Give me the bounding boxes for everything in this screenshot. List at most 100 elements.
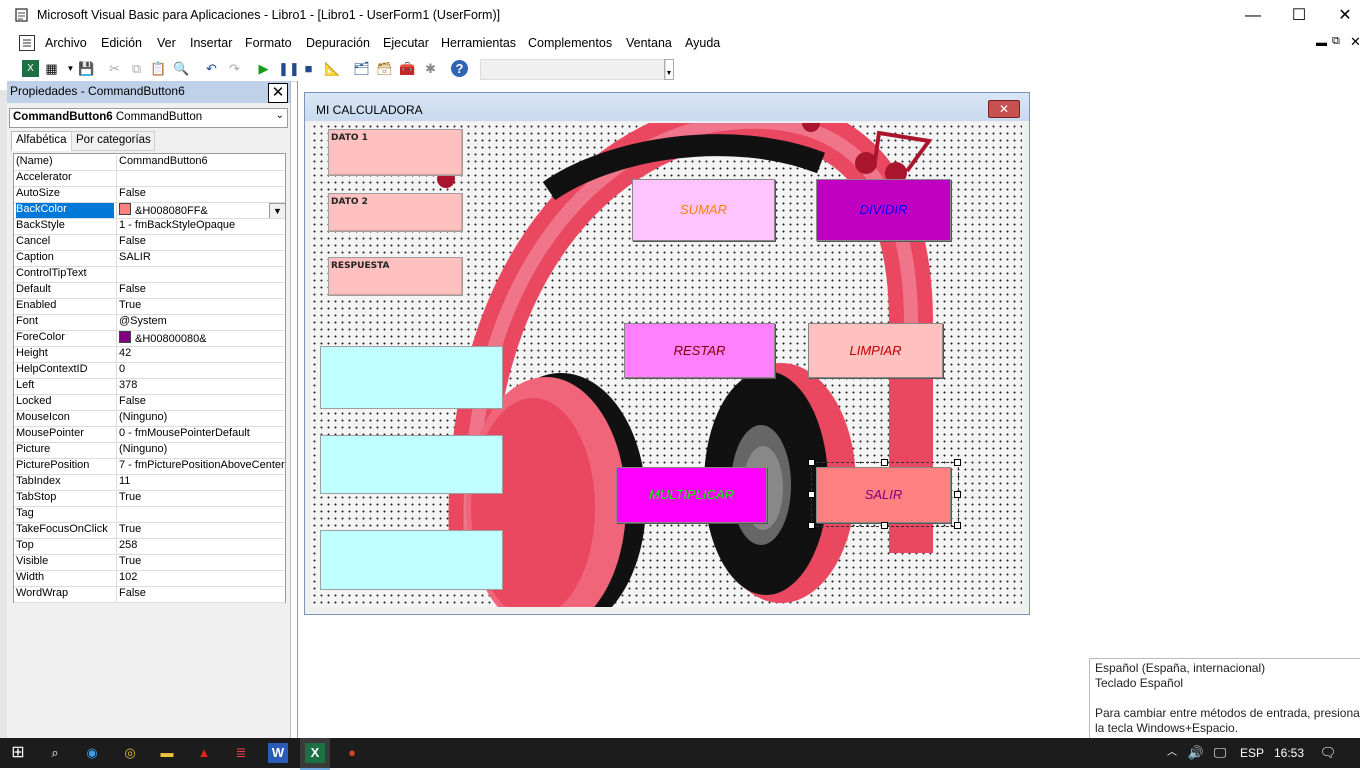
property-value[interactable]: (Ninguno): [116, 443, 287, 458]
restar-button[interactable]: RESTAR: [624, 323, 775, 378]
property-row[interactable]: Visible True: [14, 554, 285, 571]
minimize-button[interactable]: —: [1230, 0, 1276, 31]
resize-handle[interactable]: [954, 491, 961, 498]
property-value[interactable]: @System: [116, 315, 287, 330]
notifications-icon[interactable]: 🗨: [1318, 743, 1338, 763]
textbox-dato2[interactable]: [320, 435, 503, 494]
property-row[interactable]: Picture (Ninguno): [14, 442, 285, 459]
property-value[interactable]: False: [116, 283, 287, 298]
property-row[interactable]: Width 102: [14, 570, 285, 587]
excel-icon[interactable]: X: [305, 743, 325, 763]
mdi-minimize-icon[interactable]: ▬: [1316, 37, 1327, 49]
mdi-restore-icon[interactable]: ⧉: [1332, 35, 1340, 48]
network-icon[interactable]: 🖵: [1210, 743, 1230, 763]
property-value[interactable]: (Ninguno): [116, 411, 287, 426]
property-value[interactable]: [116, 507, 287, 522]
multiplicar-button[interactable]: MULTIPLICAR: [616, 467, 767, 523]
property-row[interactable]: HelpContextID 0: [14, 362, 285, 379]
windows-start-icon[interactable]: ⊞: [8, 743, 28, 763]
menu-formato[interactable]: Formato: [245, 36, 292, 50]
close-button[interactable]: ✕: [1322, 0, 1360, 31]
property-value[interactable]: SALIR: [116, 251, 287, 266]
powerpoint-icon[interactable]: ●: [342, 743, 362, 763]
chevron-down-icon[interactable]: ⌄: [276, 110, 284, 121]
document-icon[interactable]: [19, 35, 35, 51]
property-value[interactable]: False: [116, 235, 287, 250]
find-icon[interactable]: 🔍: [173, 60, 190, 77]
maximize-button[interactable]: ☐: [1276, 0, 1322, 31]
property-row[interactable]: TabIndex 11: [14, 474, 285, 491]
dividir-button[interactable]: DIVIDIR: [816, 179, 951, 241]
clock[interactable]: 16:53: [1274, 746, 1304, 760]
menu-archivo[interactable]: Archivo: [45, 36, 87, 50]
property-row[interactable]: TakeFocusOnClick True: [14, 522, 285, 539]
property-value[interactable]: True: [116, 555, 287, 570]
menu-herramientas[interactable]: Herramientas: [441, 36, 516, 50]
word-icon[interactable]: W: [268, 743, 288, 763]
file-explorer-icon[interactable]: ▬: [157, 743, 177, 763]
app-icon[interactable]: ≣: [231, 743, 251, 763]
resize-handle[interactable]: [808, 459, 815, 466]
menu-ver[interactable]: Ver: [157, 36, 176, 50]
properties-window-icon[interactable]: 🗃: [376, 60, 393, 77]
property-value[interactable]: 102: [116, 571, 287, 586]
property-value[interactable]: 7 - fmPicturePositionAboveCenter: [116, 459, 287, 474]
property-row[interactable]: Accelerator: [14, 170, 285, 187]
menu-complementos[interactable]: Complementos: [528, 36, 612, 50]
undo-icon[interactable]: ↶: [203, 60, 220, 77]
property-row[interactable]: Cancel False: [14, 234, 285, 251]
resize-handle[interactable]: [954, 522, 961, 529]
redo-icon[interactable]: ↷: [226, 60, 243, 77]
property-row[interactable]: Font @System: [14, 314, 285, 331]
limpiar-button[interactable]: LIMPIAR: [808, 323, 943, 378]
userform-close-button[interactable]: ✕: [988, 100, 1020, 118]
property-row[interactable]: Top 258: [14, 538, 285, 555]
property-value[interactable]: 42: [116, 347, 287, 362]
resize-handle[interactable]: [954, 459, 961, 466]
chevron-down-icon[interactable]: ▼: [62, 60, 79, 77]
design-mode-icon[interactable]: 📐: [324, 60, 341, 77]
cut-icon[interactable]: ✂: [106, 60, 123, 77]
mdi-close-icon[interactable]: ✕: [1350, 34, 1360, 50]
property-row[interactable]: ControlTipText: [14, 266, 285, 283]
property-value[interactable]: 378: [116, 379, 287, 394]
resize-handle[interactable]: [808, 491, 815, 498]
toolbar-options-icon[interactable]: ▼: [664, 59, 674, 80]
property-row[interactable]: TabStop True: [14, 490, 285, 507]
break-icon[interactable]: ❚❚: [278, 60, 300, 77]
property-row[interactable]: Caption SALIR: [14, 250, 285, 267]
object-selector[interactable]: CommandButton6 CommandButton ⌄: [9, 108, 288, 128]
property-value[interactable]: [116, 267, 287, 282]
property-row[interactable]: BackColor &H008080FF& ▼: [14, 202, 286, 219]
textbox-respuesta[interactable]: [320, 530, 503, 590]
chevron-down-icon[interactable]: ▼: [269, 203, 286, 218]
textbox-dato1[interactable]: [320, 346, 503, 409]
insert-userform-icon[interactable]: ▦: [43, 60, 60, 77]
tab-alfabetica[interactable]: Alfabética: [11, 131, 73, 151]
property-row[interactable]: ForeColor &H00800080&: [14, 330, 285, 347]
toolbox-icon[interactable]: ✱: [422, 60, 439, 77]
userform-canvas[interactable]: DATO 1 DATO 2 RESPUESTA SUMAR DIVIDIR RE…: [311, 123, 1022, 607]
property-value[interactable]: False: [116, 587, 287, 602]
menu-ayuda[interactable]: Ayuda: [685, 36, 720, 50]
menu-insertar[interactable]: Insertar: [190, 36, 232, 50]
object-browser-icon[interactable]: 🧰: [399, 60, 416, 77]
property-value[interactable]: 1 - fmBackStyleOpaque: [116, 219, 287, 234]
property-row[interactable]: MouseIcon (Ninguno): [14, 410, 285, 427]
tab-por-categorias[interactable]: Por categorías: [71, 131, 155, 151]
property-row[interactable]: Default False: [14, 282, 285, 299]
property-value[interactable]: [116, 171, 287, 186]
property-row[interactable]: AutoSize False: [14, 186, 285, 203]
chevron-up-icon[interactable]: ︿: [1162, 743, 1182, 763]
save-icon[interactable]: 💾: [78, 60, 95, 77]
userform-window[interactable]: MI CALCULADORA ✕ DATO 1 DATO 2 RESPUESTA…: [304, 92, 1030, 615]
resize-handle[interactable]: [881, 522, 888, 529]
menu-ventana[interactable]: Ventana: [626, 36, 672, 50]
property-value[interactable]: 0: [116, 363, 287, 378]
chrome-icon[interactable]: ◎: [120, 743, 140, 763]
excel-view-icon[interactable]: X: [22, 60, 39, 77]
search-icon[interactable]: ⌕: [45, 743, 65, 763]
property-value[interactable]: &H00800080&: [116, 331, 287, 346]
property-row[interactable]: (Name) CommandButton6: [14, 154, 285, 171]
property-row[interactable]: Height 42: [14, 346, 285, 363]
